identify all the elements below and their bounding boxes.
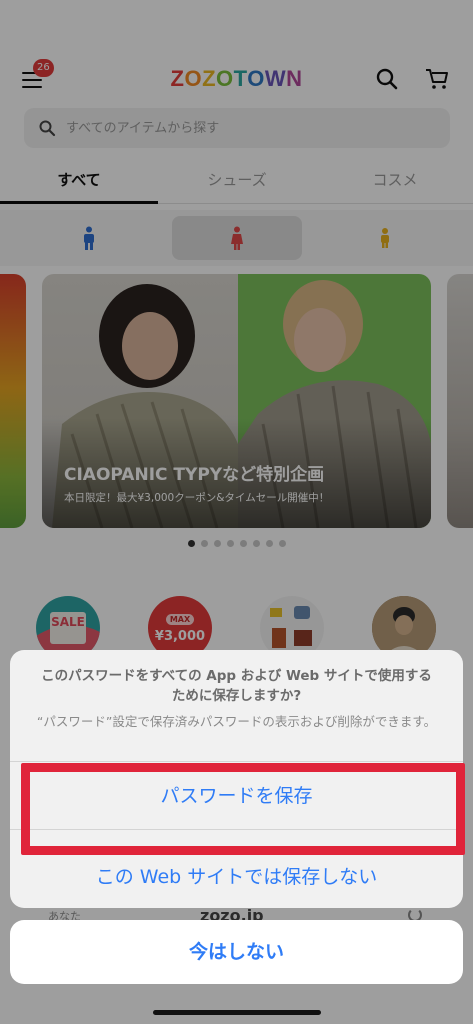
sheet-message-area: このパスワードをすべての App および Web サイトで使用するために保存しま… (10, 650, 463, 762)
home-indicator[interactable] (153, 1010, 321, 1015)
sheet-message: “パスワード”設定で保存済みパスワードの表示および削除ができます。 (36, 714, 437, 729)
never-for-this-site-button[interactable]: この Web サイトでは保存しない (10, 846, 463, 908)
sheet-title: このパスワードをすべての App および Web サイトで使用するために保存しま… (41, 668, 432, 704)
save-password-button[interactable]: パスワードを保存 (10, 762, 463, 830)
not-now-button[interactable]: 今はしない (10, 920, 463, 984)
save-password-sheet: このパスワードをすべての App および Web サイトで使用するために保存しま… (10, 650, 463, 908)
